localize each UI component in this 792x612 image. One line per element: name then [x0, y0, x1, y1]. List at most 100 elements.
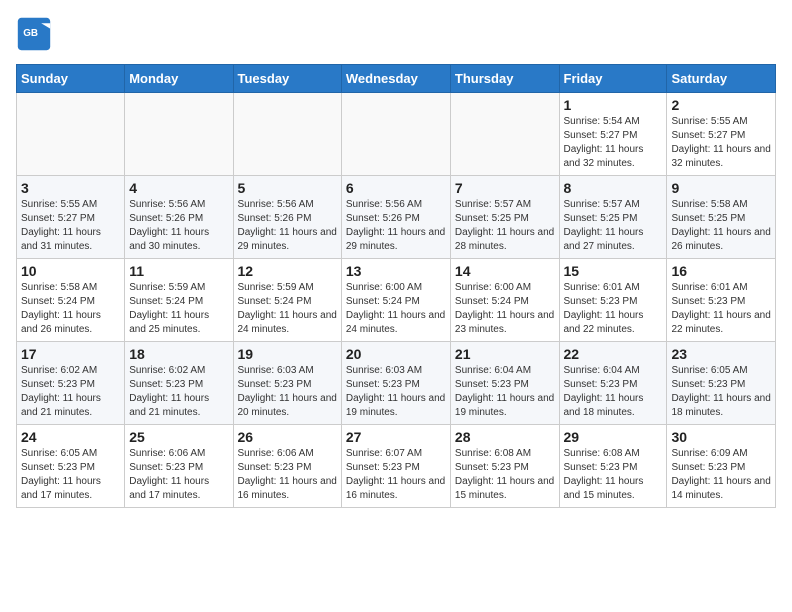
- week-row-1: 1 Sunrise: 5:54 AM Sunset: 5:27 PM Daylig…: [17, 93, 776, 176]
- day-detail: Sunrise: 6:05 AM Sunset: 5:23 PM Dayligh…: [21, 447, 120, 503]
- day-cell: 11 Sunrise: 5:59 AM Sunset: 5:24 PM Dayli…: [125, 259, 233, 342]
- day-detail: Sunrise: 5:59 AM Sunset: 5:24 PM Dayligh…: [129, 281, 228, 337]
- day-detail: Sunrise: 5:57 AM Sunset: 5:25 PM Dayligh…: [564, 198, 663, 254]
- day-detail: Sunrise: 6:07 AM Sunset: 5:23 PM Dayligh…: [346, 447, 446, 503]
- day-number: 5: [238, 180, 337, 196]
- day-number: 7: [455, 180, 555, 196]
- day-detail: Sunrise: 5:58 AM Sunset: 5:24 PM Dayligh…: [21, 281, 120, 337]
- day-detail: Sunrise: 5:57 AM Sunset: 5:25 PM Dayligh…: [455, 198, 555, 254]
- day-cell: 16 Sunrise: 6:01 AM Sunset: 5:23 PM Dayli…: [667, 259, 776, 342]
- day-number: 8: [564, 180, 663, 196]
- day-number: 14: [455, 263, 555, 279]
- day-number: 3: [21, 180, 120, 196]
- day-detail: Sunrise: 6:04 AM Sunset: 5:23 PM Dayligh…: [455, 364, 555, 420]
- day-cell: 5 Sunrise: 5:56 AM Sunset: 5:26 PM Daylig…: [233, 176, 341, 259]
- day-cell: 4 Sunrise: 5:56 AM Sunset: 5:26 PM Daylig…: [125, 176, 233, 259]
- day-number: 4: [129, 180, 228, 196]
- day-detail: Sunrise: 6:02 AM Sunset: 5:23 PM Dayligh…: [21, 364, 120, 420]
- day-detail: Sunrise: 6:00 AM Sunset: 5:24 PM Dayligh…: [455, 281, 555, 337]
- day-number: 12: [238, 263, 337, 279]
- day-number: 23: [671, 346, 771, 362]
- logo: GB: [16, 16, 56, 52]
- day-cell: 2Sunrise: 5:55 AM Sunset: 5:27 PM Daylig…: [667, 93, 776, 176]
- day-number: 27: [346, 429, 446, 445]
- day-number: 18: [129, 346, 228, 362]
- day-detail: Sunrise: 5:55 AM Sunset: 5:27 PM Dayligh…: [21, 198, 120, 254]
- day-detail: Sunrise: 5:56 AM Sunset: 5:26 PM Dayligh…: [238, 198, 337, 254]
- logo-icon: GB: [16, 16, 52, 52]
- day-cell: 22 Sunrise: 6:04 AM Sunset: 5:23 PM Dayli…: [559, 342, 667, 425]
- day-detail: Sunrise: 6:03 AM Sunset: 5:23 PM Dayligh…: [238, 364, 337, 420]
- day-number: 19: [238, 346, 337, 362]
- day-cell: [17, 93, 125, 176]
- day-detail: Sunrise: 6:04 AM Sunset: 5:23 PM Dayligh…: [564, 364, 663, 420]
- day-detail: Sunrise: 5:56 AM Sunset: 5:26 PM Dayligh…: [129, 198, 228, 254]
- day-number: 11: [129, 263, 228, 279]
- day-cell: [233, 93, 341, 176]
- day-number: 30: [671, 429, 771, 445]
- day-detail: Sunrise: 6:06 AM Sunset: 5:23 PM Dayligh…: [129, 447, 228, 503]
- day-header-monday: Monday: [125, 65, 233, 93]
- day-number: 16: [671, 263, 771, 279]
- day-number: 24: [21, 429, 120, 445]
- day-cell: 24 Sunrise: 6:05 AM Sunset: 5:23 PM Dayli…: [17, 425, 125, 508]
- day-cell: 10Sunrise: 5:58 AM Sunset: 5:24 PM Dayli…: [17, 259, 125, 342]
- day-cell: 8 Sunrise: 5:57 AM Sunset: 5:25 PM Daylig…: [559, 176, 667, 259]
- day-detail: Sunrise: 6:08 AM Sunset: 5:23 PM Dayligh…: [564, 447, 663, 503]
- day-detail: Sunrise: 5:59 AM Sunset: 5:24 PM Dayligh…: [238, 281, 337, 337]
- day-cell: 13 Sunrise: 6:00 AM Sunset: 5:24 PM Dayli…: [341, 259, 450, 342]
- day-cell: 12 Sunrise: 5:59 AM Sunset: 5:24 PM Dayli…: [233, 259, 341, 342]
- day-header-tuesday: Tuesday: [233, 65, 341, 93]
- day-number: 29: [564, 429, 663, 445]
- day-cell: 23 Sunrise: 6:05 AM Sunset: 5:23 PM Dayli…: [667, 342, 776, 425]
- day-number: 28: [455, 429, 555, 445]
- day-cell: 27 Sunrise: 6:07 AM Sunset: 5:23 PM Dayli…: [341, 425, 450, 508]
- day-cell: 7 Sunrise: 5:57 AM Sunset: 5:25 PM Daylig…: [450, 176, 559, 259]
- day-detail: Sunrise: 6:01 AM Sunset: 5:23 PM Dayligh…: [671, 281, 771, 337]
- day-header-sunday: Sunday: [17, 65, 125, 93]
- day-cell: 1 Sunrise: 5:54 AM Sunset: 5:27 PM Daylig…: [559, 93, 667, 176]
- day-number: 26: [238, 429, 337, 445]
- day-detail: Sunrise: 6:05 AM Sunset: 5:23 PM Dayligh…: [671, 364, 771, 420]
- day-detail: Sunrise: 6:03 AM Sunset: 5:23 PM Dayligh…: [346, 364, 446, 420]
- day-header-wednesday: Wednesday: [341, 65, 450, 93]
- day-cell: 20Sunrise: 6:03 AM Sunset: 5:23 PM Dayli…: [341, 342, 450, 425]
- day-detail: Sunrise: 6:09 AM Sunset: 5:23 PM Dayligh…: [671, 447, 771, 503]
- day-cell: 19 Sunrise: 6:03 AM Sunset: 5:23 PM Dayli…: [233, 342, 341, 425]
- day-cell: 14 Sunrise: 6:00 AM Sunset: 5:24 PM Dayli…: [450, 259, 559, 342]
- calendar-table: SundayMondayTuesdayWednesdayThursdayFrid…: [16, 64, 776, 508]
- day-cell: 6Sunrise: 5:56 AM Sunset: 5:26 PM Daylig…: [341, 176, 450, 259]
- week-row-3: 10Sunrise: 5:58 AM Sunset: 5:24 PM Dayli…: [17, 259, 776, 342]
- day-cell: 3 Sunrise: 5:55 AM Sunset: 5:27 PM Daylig…: [17, 176, 125, 259]
- day-detail: Sunrise: 6:00 AM Sunset: 5:24 PM Dayligh…: [346, 281, 446, 337]
- page-header: GB: [16, 16, 776, 52]
- day-number: 25: [129, 429, 228, 445]
- day-number: 13: [346, 263, 446, 279]
- week-row-2: 3 Sunrise: 5:55 AM Sunset: 5:27 PM Daylig…: [17, 176, 776, 259]
- day-header-saturday: Saturday: [667, 65, 776, 93]
- calendar-header-row: SundayMondayTuesdayWednesdayThursdayFrid…: [17, 65, 776, 93]
- week-row-5: 24 Sunrise: 6:05 AM Sunset: 5:23 PM Dayli…: [17, 425, 776, 508]
- day-cell: [125, 93, 233, 176]
- day-cell: 21 Sunrise: 6:04 AM Sunset: 5:23 PM Dayli…: [450, 342, 559, 425]
- day-number: 21: [455, 346, 555, 362]
- day-detail: Sunrise: 6:06 AM Sunset: 5:23 PM Dayligh…: [238, 447, 337, 503]
- day-header-thursday: Thursday: [450, 65, 559, 93]
- day-detail: Sunrise: 5:58 AM Sunset: 5:25 PM Dayligh…: [671, 198, 771, 254]
- day-number: 9: [671, 180, 771, 196]
- day-header-friday: Friday: [559, 65, 667, 93]
- day-cell: 17Sunrise: 6:02 AM Sunset: 5:23 PM Dayli…: [17, 342, 125, 425]
- day-cell: 26 Sunrise: 6:06 AM Sunset: 5:23 PM Dayli…: [233, 425, 341, 508]
- day-cell: 28 Sunrise: 6:08 AM Sunset: 5:23 PM Dayli…: [450, 425, 559, 508]
- day-detail: Sunrise: 5:55 AM Sunset: 5:27 PM Dayligh…: [671, 115, 771, 171]
- day-detail: Sunrise: 6:08 AM Sunset: 5:23 PM Dayligh…: [455, 447, 555, 503]
- day-detail: Sunrise: 5:54 AM Sunset: 5:27 PM Dayligh…: [564, 115, 663, 171]
- day-number: 6: [346, 180, 446, 196]
- day-cell: 30 Sunrise: 6:09 AM Sunset: 5:23 PM Dayli…: [667, 425, 776, 508]
- day-cell: [341, 93, 450, 176]
- day-number: 1: [564, 97, 663, 113]
- day-number: 15: [564, 263, 663, 279]
- day-cell: 29 Sunrise: 6:08 AM Sunset: 5:23 PM Dayli…: [559, 425, 667, 508]
- week-row-4: 17Sunrise: 6:02 AM Sunset: 5:23 PM Dayli…: [17, 342, 776, 425]
- day-number: 22: [564, 346, 663, 362]
